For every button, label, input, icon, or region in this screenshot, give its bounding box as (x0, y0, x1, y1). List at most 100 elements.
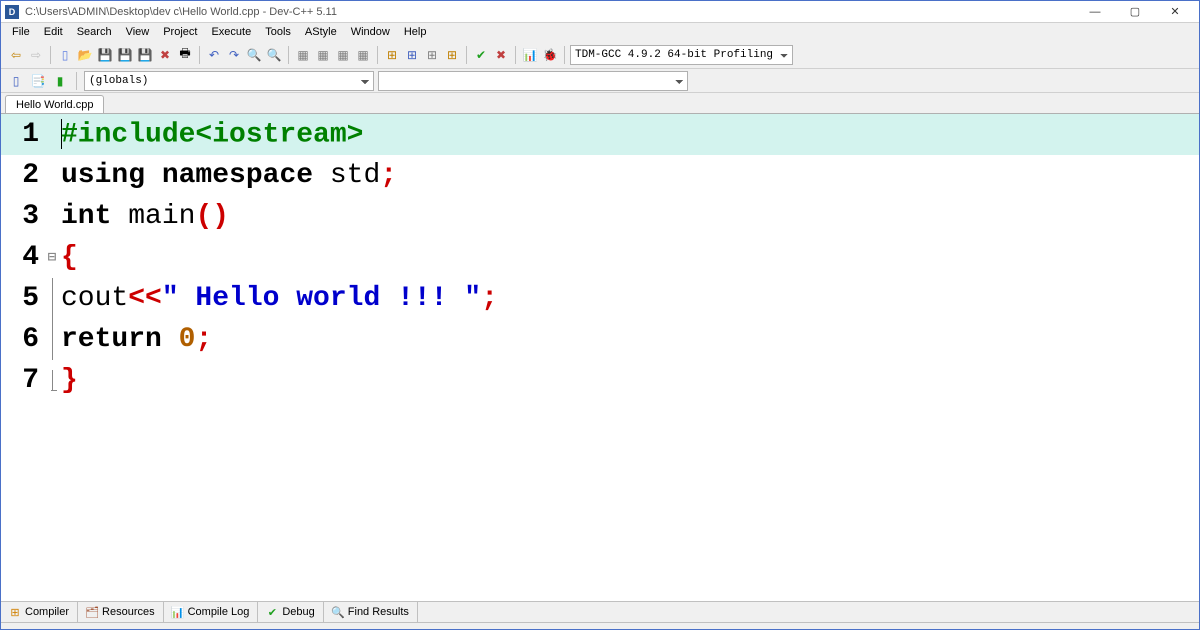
line-number: 7 (1, 365, 45, 396)
line-number: 3 (1, 201, 45, 232)
code-text[interactable]: cout<<" Hello world !!! "; (59, 283, 498, 314)
minimize-button[interactable]: — (1075, 2, 1115, 22)
rebuild-icon[interactable]: ▦ (354, 46, 372, 64)
code-editor[interactable]: 1 #include<iostream> 2 using namespace std;… (1, 113, 1199, 601)
code-text[interactable]: return 0; (59, 324, 212, 355)
save-all-icon[interactable]: 💾 (116, 46, 134, 64)
code-text[interactable]: { (59, 242, 78, 273)
menu-execute[interactable]: Execute (204, 26, 258, 38)
toolbar-separator (515, 46, 516, 64)
check-icon[interactable]: ✔ (472, 46, 490, 64)
menu-bar: FileEditSearchViewProjectExecuteToolsASt… (1, 23, 1199, 41)
function-selector[interactable] (378, 71, 688, 91)
code-line[interactable]: 3 int main() (1, 196, 1199, 237)
code-text[interactable]: #include<iostream> (59, 119, 363, 150)
new-class-icon[interactable]: ▯ (7, 72, 25, 90)
status-bar (1, 623, 1199, 629)
profile-icon[interactable]: 📊 (521, 46, 539, 64)
goto-icon[interactable]: 📑 (29, 72, 47, 90)
code-line[interactable]: 6return 0; (1, 319, 1199, 360)
run-icon[interactable]: ▦ (314, 46, 332, 64)
resources-icon: 🗂 (86, 606, 98, 618)
bottom-tab-find-results[interactable]: 🔍 Find Results (324, 602, 418, 622)
toolbar-separator (564, 46, 565, 64)
menu-project[interactable]: Project (156, 26, 204, 38)
redo-icon[interactable]: ↷ (225, 46, 243, 64)
code-line[interactable]: 4⊟{ (1, 237, 1199, 278)
title-bar: D C:\Users\ADMIN\Desktop\dev c\Hello Wor… (1, 1, 1199, 23)
file-tab-label: Hello World.cpp (16, 99, 93, 111)
grid1-icon[interactable]: ⊞ (383, 46, 401, 64)
menu-view[interactable]: View (119, 26, 157, 38)
grid3-icon[interactable]: ⊞ (423, 46, 441, 64)
code-text[interactable]: } (59, 365, 78, 396)
grid4-icon[interactable]: ⊞ (443, 46, 461, 64)
menu-help[interactable]: Help (397, 26, 434, 38)
grid2-icon[interactable]: ⊞ (403, 46, 421, 64)
toolbar-separator (50, 46, 51, 64)
find-results-icon: 🔍 (332, 606, 344, 618)
fold-gutter (45, 319, 59, 360)
bottom-tab-label: Compiler (25, 606, 69, 618)
line-number: 2 (1, 160, 45, 191)
bottom-tab-label: Compile Log (188, 606, 250, 618)
bottom-tab-debug[interactable]: ✔Debug (258, 602, 323, 622)
scope-selector[interactable]: (globals) (84, 71, 374, 91)
undo-icon[interactable]: ↶ (205, 46, 223, 64)
compiler-icon: ⊞ (9, 606, 21, 618)
menu-edit[interactable]: Edit (37, 26, 70, 38)
new-file-icon[interactable]: ▯ (56, 46, 74, 64)
bottom-tab-label: Find Results (348, 606, 409, 618)
code-line[interactable]: 5 cout<<" Hello world !!! "; (1, 278, 1199, 319)
menu-file[interactable]: File (5, 26, 37, 38)
save-icon[interactable]: 💾 (96, 46, 114, 64)
bottom-tab-compile-log[interactable]: 📊 Compile Log (164, 602, 259, 622)
compile-log-icon: 📊 (172, 606, 184, 618)
debug-icon: ✔ (266, 606, 278, 618)
bottom-tab-label: Resources (102, 606, 155, 618)
bottom-tab-compiler[interactable]: ⊞ Compiler (1, 602, 78, 622)
replace-icon[interactable]: 🔍 (265, 46, 283, 64)
fold-gutter[interactable]: ⊟ (45, 249, 59, 266)
menu-tools[interactable]: Tools (258, 26, 298, 38)
cancel-icon[interactable]: ✖ (492, 46, 510, 64)
toolbar-separator (377, 46, 378, 64)
main-toolbar: ⇦ ⇨ ▯ 📂 💾 💾 💾 ✖ 🖶 ↶ ↷ 🔍 🔍 ▦ ▦ ▦ ▦ ⊞ ⊞ ⊞ … (1, 41, 1199, 69)
code-line[interactable]: 1 #include<iostream> (1, 114, 1199, 155)
toolbar-separator (466, 46, 467, 64)
bottom-tab-resources[interactable]: 🗂 Resources (78, 602, 164, 622)
open-icon[interactable]: 📂 (76, 46, 94, 64)
compiler-selector[interactable]: TDM-GCC 4.9.2 64-bit Profiling (570, 45, 793, 65)
code-line[interactable]: 7} (1, 360, 1199, 401)
fold-gutter (45, 278, 59, 319)
maximize-button[interactable]: ▢ (1115, 2, 1155, 22)
find-icon[interactable]: 🔍 (245, 46, 263, 64)
window-controls: — ▢ ✕ (1075, 2, 1195, 22)
compile-run-icon[interactable]: ▦ (334, 46, 352, 64)
class-toolbar: ▯ 📑 ▮ (globals) (1, 69, 1199, 93)
bookmark-icon[interactable]: ▮ (51, 72, 69, 90)
line-number: 1 (1, 119, 45, 150)
compile-icon[interactable]: ▦ (294, 46, 312, 64)
menu-search[interactable]: Search (70, 26, 119, 38)
toolbar-separator (288, 46, 289, 64)
print-icon[interactable]: 🖶 (176, 46, 194, 64)
toolbar-separator (76, 72, 77, 90)
close-button[interactable]: ✕ (1155, 2, 1195, 22)
debug-options-icon[interactable]: 🐞 (541, 46, 559, 64)
line-number: 4 (1, 242, 45, 273)
code-line[interactable]: 2 using namespace std; (1, 155, 1199, 196)
menu-window[interactable]: Window (344, 26, 397, 38)
code-text[interactable]: using namespace std; (59, 160, 397, 191)
save-as-icon[interactable]: 💾 (136, 46, 154, 64)
code-text[interactable]: int main() (59, 201, 229, 232)
fold-gutter (45, 370, 59, 391)
forward-icon[interactable]: ⇨ (27, 46, 45, 64)
menu-astyle[interactable]: AStyle (298, 26, 344, 38)
toolbar-separator (199, 46, 200, 64)
bottom-tab-bar: ⊞ Compiler 🗂 Resources 📊 Compile Log ✔Debug 🔍 Fi… (1, 601, 1199, 623)
line-number: 5 (1, 283, 45, 314)
back-icon[interactable]: ⇦ (7, 46, 25, 64)
file-tab[interactable]: Hello World.cpp (5, 95, 104, 113)
close-file-icon[interactable]: ✖ (156, 46, 174, 64)
